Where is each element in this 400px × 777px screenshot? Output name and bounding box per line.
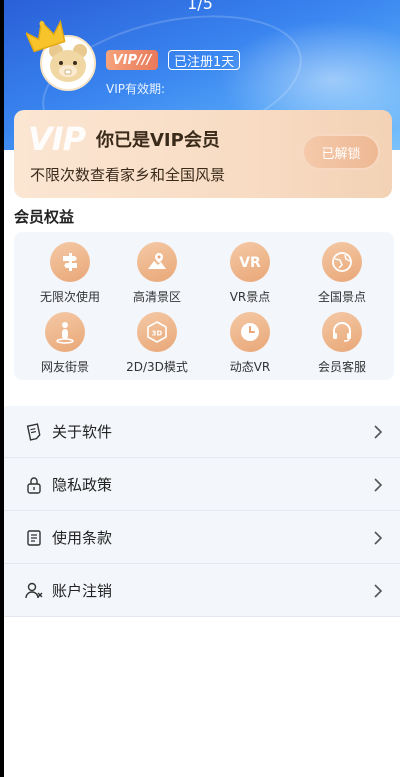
benefits-panel: 无限次使用 高清景区 VR VR景点 全国景点 网友街景 3D 2D/3D模式 [14,232,394,380]
document-hand-icon [26,423,41,441]
menu-item-label: 隐私政策 [52,476,113,494]
benefit-vr-spots[interactable]: VR VR景点 [204,242,296,305]
menu-item-privacy[interactable]: 隐私政策 [4,459,400,511]
benefit-label: 无限次使用 [39,290,100,304]
benefit-label: 网友街景 [40,360,89,374]
benefit-label: 高清景区 [132,290,181,304]
menu-item-about[interactable]: 关于软件 [4,406,400,458]
document-icon [27,530,41,546]
benefit-national-spots[interactable]: 全国景点 [296,242,388,305]
registered-days-badge: 已注册1天 [168,50,241,70]
benefit-label: 动态VR [229,360,271,374]
vip-subtitle: 不限次数查看家乡和全国风景 [30,166,226,184]
benefit-vip-support[interactable]: 会员客服 [296,312,388,375]
benefit-hd-scenic[interactable]: 高清景区 [111,242,203,305]
crown-icon [26,19,66,53]
map-icon [137,242,177,282]
avatar[interactable] [26,19,96,91]
chevron-right-icon [374,478,383,492]
benefits-title: 会员权益 [14,208,75,226]
headset-icon [322,312,362,352]
benefit-unlimited-use[interactable]: 无限次使用 [24,242,116,305]
benefit-2d3d-mode[interactable]: 3D 2D/3D模式 [111,312,203,375]
lock-icon [27,477,41,494]
svg-text:VR: VR [239,255,261,271]
menu-item-terms[interactable]: 使用条款 [4,512,400,564]
vip-status-card: VIP 你已是VIP会员 不限次数查看家乡和全国风景 已解锁 [14,110,392,198]
vip-logo: VIP [28,120,86,158]
benefit-label: 会员客服 [317,360,366,374]
vip-title: 你已是VIP会员 [96,130,220,151]
benefit-street-view[interactable]: 网友街景 [19,312,111,375]
chevron-right-icon [374,531,383,545]
benefit-label: VR景点 [229,290,271,304]
menu-item-label: 关于软件 [52,423,113,441]
globe-icon [322,242,362,282]
unlocked-button[interactable]: 已解锁 [302,134,380,170]
vip-level-badge: VIP/// [106,50,158,70]
chevron-right-icon [374,584,383,598]
user-remove-icon [25,582,43,599]
menu-item-delete-account[interactable]: 账户注销 [4,565,400,617]
vr-icon: VR [230,242,270,282]
vip-expiry-label: VIP有效期: [106,82,166,96]
benefit-label: 2D/3D模式 [126,360,188,374]
menu-item-label: 使用条款 [52,529,113,547]
page-indicator: 1/5 [187,0,213,13]
settings-menu: 关于软件 隐私政策 使用条款 账户注销 [4,406,400,617]
benefit-dynamic-vr[interactable]: 动态VR [204,312,296,375]
svg-text:3D: 3D [152,330,163,338]
cube-3d-icon: 3D [137,312,177,352]
location-person-icon [45,312,85,352]
menu-item-label: 账户注销 [52,582,113,600]
clock-icon [230,312,270,352]
chevron-right-icon [374,425,383,439]
left-edge-strip [0,0,4,777]
signpost-icon [50,242,90,282]
benefit-label: 全国景点 [317,290,366,304]
